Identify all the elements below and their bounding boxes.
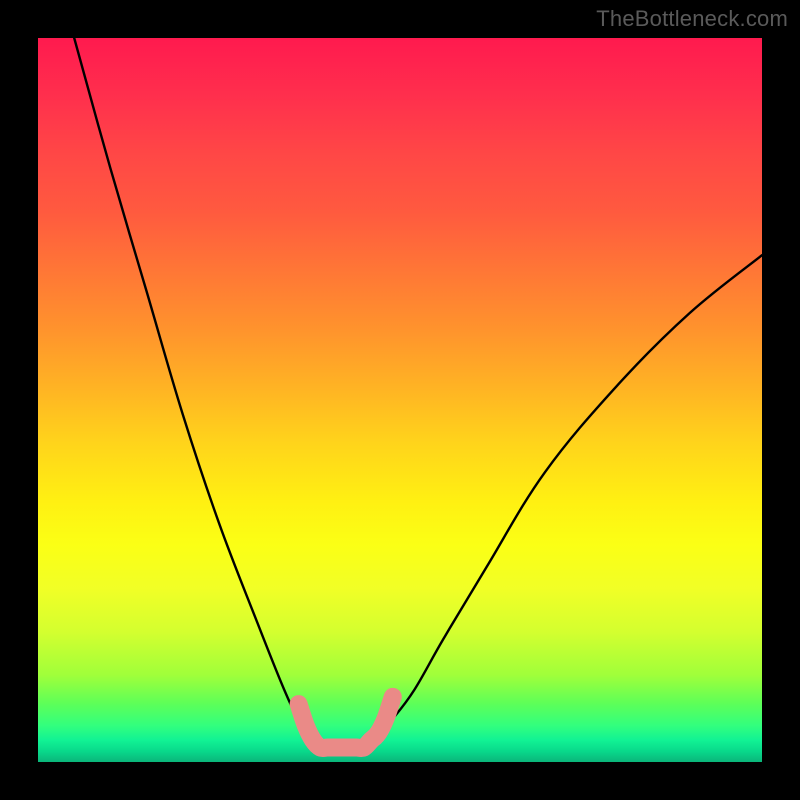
- chart-svg: [38, 38, 762, 762]
- plot-area: [38, 38, 762, 762]
- curve-bottom-accent: [299, 697, 393, 748]
- watermark-text: TheBottleneck.com: [596, 6, 788, 32]
- chart-frame: TheBottleneck.com: [0, 0, 800, 800]
- curve-left: [74, 38, 313, 733]
- curve-right: [378, 255, 762, 733]
